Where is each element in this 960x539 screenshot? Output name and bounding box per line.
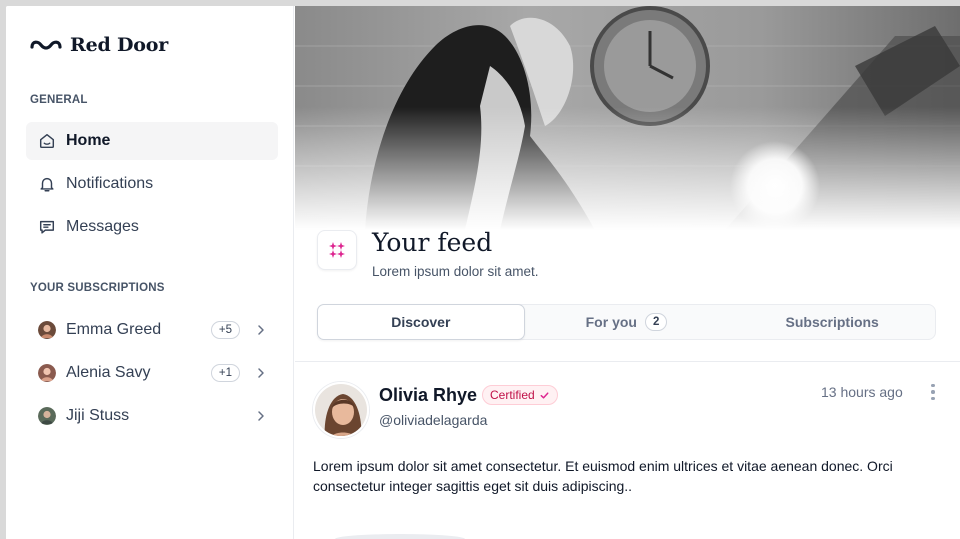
app-window: Red Door GENERAL Home Notifications Mess… — [6, 6, 960, 539]
subscription-item-jiji-stuss[interactable]: Jiji Stuss — [26, 397, 278, 435]
subscription-name: Alenia Savy — [66, 364, 151, 381]
feed-tabs: Discover For you 2 Subscriptions — [317, 304, 936, 340]
avatar-image — [315, 384, 367, 436]
tab-for-you[interactable]: For you 2 — [524, 305, 730, 339]
check-icon — [540, 391, 549, 399]
more-options-button[interactable] — [925, 382, 941, 402]
chevron-right-icon — [258, 368, 264, 378]
subscription-item-emma-greed[interactable]: Emma Greed +5 — [26, 311, 278, 349]
brand-name: Red Door — [70, 34, 169, 56]
certified-badge-label: Certified — [490, 388, 535, 402]
section-label-subscriptions: YOUR SUBSCRIPTIONS — [30, 282, 165, 294]
bell-icon — [40, 177, 54, 192]
sidebar: Red Door GENERAL Home Notifications Mess… — [6, 6, 294, 539]
nav-item-label: Home — [66, 132, 111, 149]
home-icon — [39, 133, 55, 149]
nav-item-home[interactable]: Home — [26, 122, 278, 160]
dot-icon — [931, 396, 935, 401]
tab-label: For you — [585, 314, 637, 330]
avatar — [38, 321, 56, 339]
post-author-name[interactable]: Olivia Rhye — [379, 385, 477, 406]
page-subtitle: Lorem ipsum dolor sit amet. — [372, 264, 539, 279]
new-posts-badge: +1 — [210, 364, 240, 382]
tab-count-badge: 2 — [644, 313, 668, 331]
divider — [295, 361, 960, 362]
post-author-avatar[interactable] — [313, 382, 369, 438]
post-text: Lorem ipsum dolor sit amet consectetur. … — [313, 458, 893, 494]
post-author-handle[interactable]: @oliviadelagarda — [379, 412, 487, 428]
sparkles-icon — [329, 242, 345, 258]
tab-label: Discover — [391, 314, 451, 330]
avatar — [38, 407, 56, 425]
post-timestamp: 13 hours ago — [821, 384, 903, 400]
subscription-name: Emma Greed — [66, 321, 162, 338]
nav-item-notifications[interactable]: Notifications — [26, 165, 278, 203]
main-content: Your feed Lorem ipsum dolor sit amet. Di… — [295, 6, 960, 539]
nav-item-messages[interactable]: Messages — [26, 208, 278, 246]
cover-image — [295, 6, 960, 230]
tab-subscriptions[interactable]: Subscriptions — [729, 305, 935, 339]
nav-item-label: Messages — [66, 218, 139, 235]
brand-logo[interactable]: Red Door — [30, 34, 168, 56]
feed-icon-box — [317, 230, 357, 270]
tab-label: Subscriptions — [785, 314, 879, 330]
new-posts-badge: +5 — [210, 321, 240, 339]
chevron-right-icon — [258, 325, 264, 335]
logo-icon — [30, 40, 62, 50]
certified-badge: Certified — [482, 385, 558, 405]
dot-icon — [931, 390, 935, 394]
avatar — [38, 364, 56, 382]
message-icon — [39, 220, 55, 234]
tab-discover[interactable]: Discover — [317, 304, 525, 340]
subscription-name: Jiji Stuss — [66, 407, 130, 424]
page-title: Your feed — [372, 228, 493, 257]
next-post-preview — [335, 534, 465, 539]
section-label-general: GENERAL — [30, 94, 88, 106]
nav-item-label: Notifications — [66, 175, 154, 192]
dot-icon — [931, 383, 935, 388]
chevron-right-icon — [258, 411, 264, 421]
subscription-item-alenia-savy[interactable]: Alenia Savy +1 — [26, 354, 278, 392]
